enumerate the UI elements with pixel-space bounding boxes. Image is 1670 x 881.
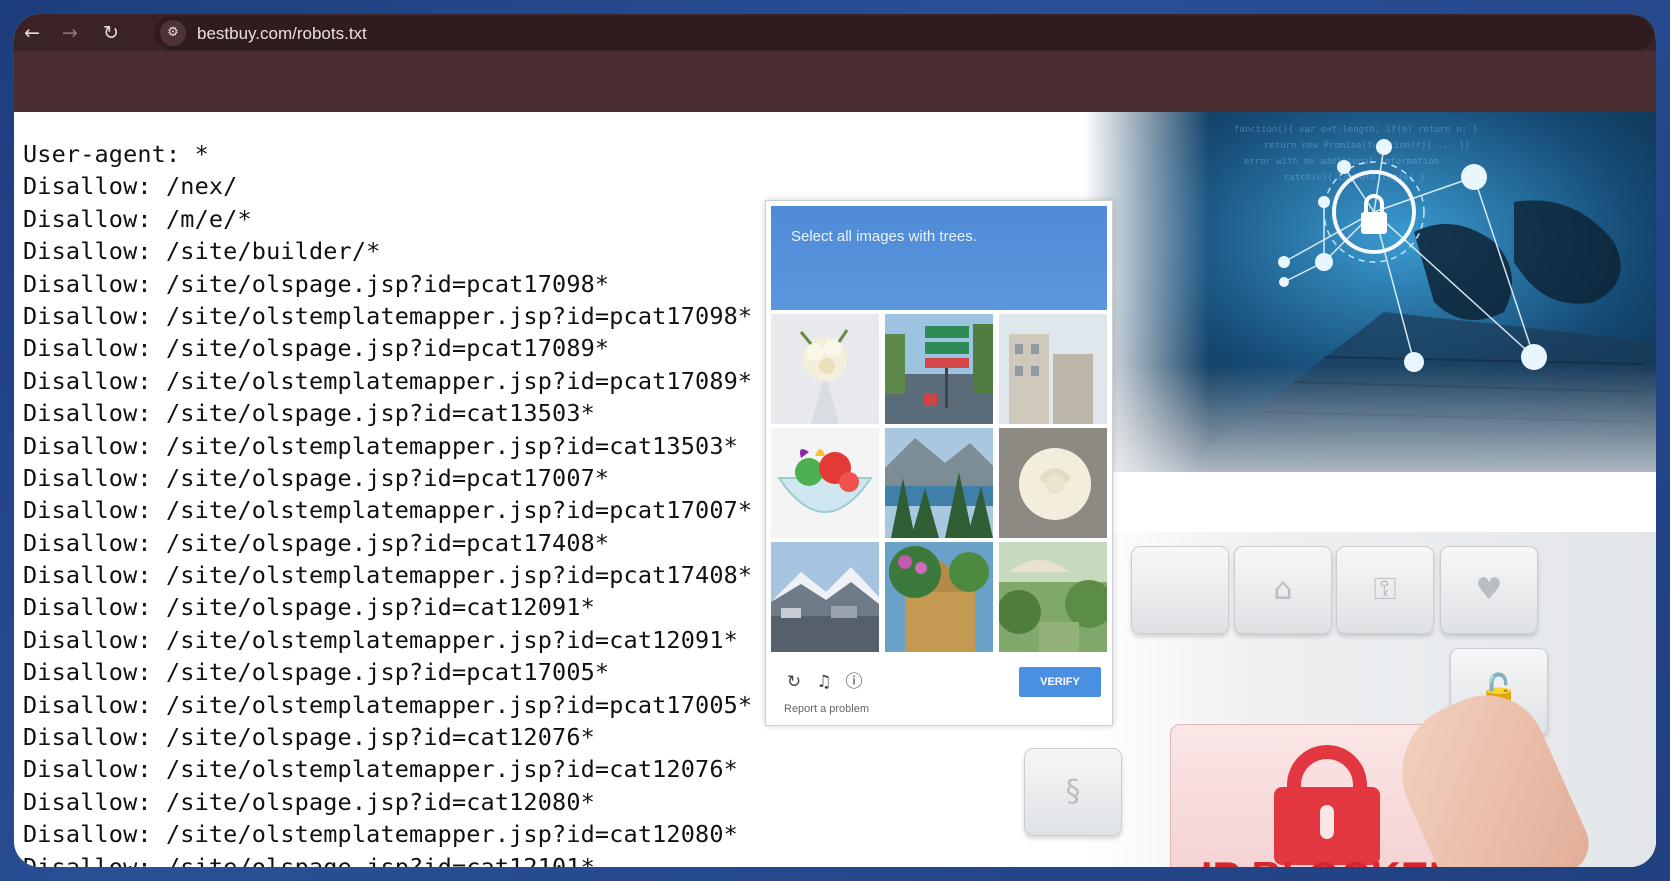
captcha-grid (771, 314, 1107, 654)
forward-button[interactable]: → (57, 20, 83, 46)
captcha-header: Select all images with trees. (771, 206, 1107, 310)
arrow-left-icon: ← (24, 22, 40, 44)
back-button[interactable]: ← (19, 20, 45, 46)
robots-line: Disallow: /site/olspage.jsp?id=cat12080* (23, 787, 595, 816)
robots-line: Disallow: /site/olspage.jsp?id=cat12101* (23, 852, 595, 867)
help-button[interactable]: ⓘ (843, 671, 865, 693)
security-illustration: function(){ var e=t.length; if(e) return… (1024, 112, 1656, 867)
network-hacker-image: function(){ var e=t.length; if(e) return… (1084, 112, 1656, 532)
captcha-tile-flowers[interactable] (771, 314, 879, 424)
robots-line: Disallow: /site/olspage.jsp?id=cat12091* (23, 593, 595, 622)
robots-line: Disallow: /site/olstemplatemapper.jsp?id… (23, 561, 753, 590)
captcha-tile-salad[interactable] (771, 428, 879, 538)
robots-line: Disallow: /site/olspage.jsp?id=pcat17098… (23, 269, 610, 298)
captcha-footer: ↻ ♫ ⓘ VERIFY Report a problem (766, 663, 1112, 725)
arrow-right-icon: → (62, 22, 78, 44)
robots-line: Disallow: /site/olspage.jsp?id=pcat17408… (23, 528, 610, 557)
info-icon: ⓘ (845, 672, 863, 692)
robots-line: Disallow: /site/olstemplatemapper.jsp?id… (23, 366, 753, 395)
robots-line: Disallow: /site/olstemplatemapper.jsp?id… (23, 820, 738, 849)
robots-line: Disallow: /nex/ (23, 172, 238, 201)
browser-window: ← → ↻ ⚙ bestbuy.com/robots.txt User-agen… (14, 14, 1656, 867)
robots-line: Disallow: /site/olstemplatemapper.jsp?id… (23, 755, 738, 784)
site-info-button[interactable]: ⚙ (160, 20, 186, 46)
headphones-icon: ♫ (816, 672, 832, 692)
captcha-tile-cathedral-tree[interactable] (885, 542, 993, 652)
robots-line: User-agent: * (23, 140, 209, 168)
captcha-tile-street-signs[interactable] (885, 314, 993, 424)
robots-line: Disallow: /site/olstemplatemapper.jsp?id… (23, 625, 738, 654)
keyhole (1320, 805, 1334, 839)
reload-challenge-button[interactable]: ↻ (783, 671, 805, 693)
report-problem-link[interactable]: Report a problem (784, 703, 869, 715)
robots-line: Disallow: /site/olstemplatemapper.jsp?id… (23, 690, 753, 719)
key-key-icon: ⚿ (1336, 546, 1434, 634)
robots-line: Disallow: /site/builder/* (23, 237, 381, 266)
reload-button[interactable]: ↻ (98, 20, 124, 46)
robots-line: Disallow: /site/olstemplatemapper.jsp?id… (23, 496, 753, 525)
key-dna: § (1024, 748, 1122, 836)
address-bar-row: ← → ↻ ⚙ bestbuy.com/robots.txt (14, 14, 1656, 51)
key-mortarboard: ⌂ (1234, 546, 1332, 634)
captcha-tile-building[interactable] (999, 314, 1107, 424)
robots-line: Disallow: /site/olspage.jsp?id=cat13503* (23, 399, 595, 428)
robots-line: Disallow: /site/olspage.jsp?id=pcat17089… (23, 334, 610, 363)
tune-icon: ⚙ (167, 25, 179, 40)
audio-challenge-button[interactable]: ♫ (813, 671, 835, 693)
reload-icon: ↻ (103, 22, 119, 44)
page-content: User-agent: * Disallow: /nex/Disallow: /m… (14, 112, 1656, 867)
captcha-prompt: Select all images with trees. (791, 228, 977, 245)
key-broken-heart: ♥ (1440, 546, 1538, 634)
robots-line: Disallow: /site/olspage.jsp?id=pcat17007… (23, 463, 610, 492)
robots-line: Disallow: /site/olspage.jsp?id=cat12076* (23, 723, 595, 752)
robots-txt-text: User-agent: * Disallow: /nex/Disallow: /m… (23, 138, 752, 867)
robots-line: Disallow: /m/e/* (23, 204, 252, 233)
captcha-dialog: Select all images with trees. ↻ ♫ ⓘ VERI… (765, 200, 1113, 726)
robots-line: Disallow: /site/olstemplatemapper.jsp?id… (23, 301, 753, 330)
reload-icon: ↻ (786, 672, 802, 692)
toolbar-strip (14, 51, 1656, 112)
robots-line: Disallow: /site/olspage.jsp?id=pcat17005… (23, 658, 610, 687)
robots-line: Disallow: /site/olstemplatemapper.jsp?id… (23, 431, 738, 460)
url-text[interactable]: bestbuy.com/robots.txt (197, 24, 367, 44)
captcha-tile-lake-forest[interactable] (885, 428, 993, 538)
captcha-tile-garden[interactable] (999, 542, 1107, 652)
verify-button[interactable]: VERIFY (1019, 667, 1101, 697)
omnibox[interactable]: ⚙ bestbuy.com/robots.txt (154, 16, 1654, 50)
captcha-tile-rose[interactable] (999, 428, 1107, 538)
captcha-tile-mountain-road[interactable] (771, 542, 879, 652)
key-blank (1131, 546, 1229, 634)
